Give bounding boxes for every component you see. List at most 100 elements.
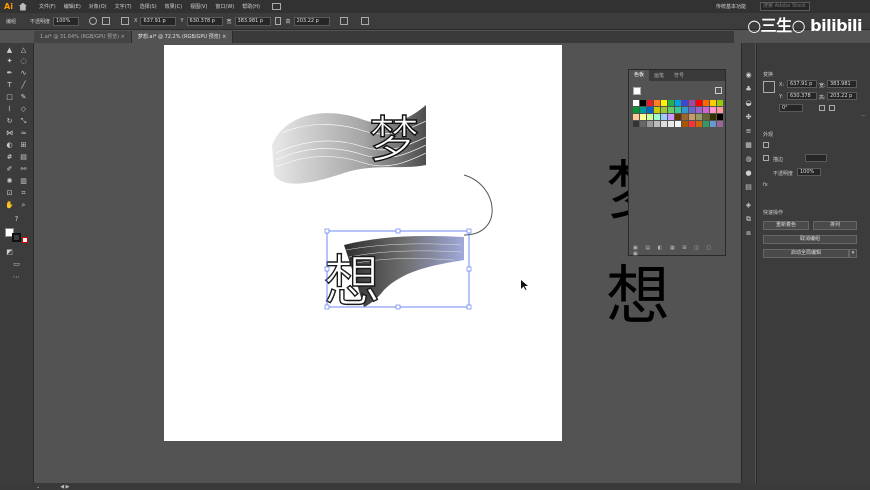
char-dream-bottom[interactable]: 想 <box>323 249 380 315</box>
mesh-tool-icon[interactable]: # <box>5 153 14 162</box>
y-input[interactable]: 630.378 p <box>186 16 223 26</box>
color-swatch[interactable] <box>717 100 723 106</box>
color-swatch[interactable] <box>647 107 653 113</box>
color-swatch[interactable] <box>696 114 702 120</box>
color-swatch[interactable] <box>696 121 702 127</box>
color-swatch[interactable] <box>703 121 709 127</box>
properties-icon[interactable]: ◉ <box>744 71 753 80</box>
x-field[interactable]: 637.91 p <box>787 80 817 88</box>
opacity-label[interactable]: 不透明度 <box>30 18 50 25</box>
opacity-field[interactable]: 100% <box>797 168 821 176</box>
slice-tool-icon[interactable]: ⌗ <box>19 189 28 198</box>
tab-symbols[interactable]: 符号 <box>669 72 689 79</box>
recolor-icon[interactable] <box>89 17 98 25</box>
opacity-input[interactable]: 100% <box>53 16 80 26</box>
line-tool-icon[interactable]: ╱ <box>19 81 28 90</box>
color-swatch[interactable] <box>640 107 646 113</box>
color-swatch[interactable] <box>703 100 709 106</box>
eraser-icon[interactable]: ◇ <box>19 105 28 114</box>
color-swatch[interactable] <box>682 107 688 113</box>
color-swatch[interactable] <box>633 100 639 106</box>
color-swatch[interactable] <box>675 114 681 120</box>
menu-object[interactable]: 对象(O) <box>89 3 107 10</box>
color-swatch[interactable] <box>717 107 723 113</box>
zoom-level[interactable]: ⌄ <box>36 484 40 490</box>
pen-tool-icon[interactable]: ✒ <box>5 69 14 78</box>
color-swatch[interactable] <box>640 100 646 106</box>
recolor-button[interactable]: 重新着色 <box>763 221 809 230</box>
link-proportions-icon[interactable] <box>274 17 281 25</box>
reference-point-icon[interactable] <box>121 17 130 25</box>
rotate-tool-icon[interactable]: ↻ <box>5 117 14 126</box>
h-field[interactable]: 203.22 p <box>827 92 857 100</box>
color-swatch[interactable] <box>640 114 646 120</box>
w-field[interactable]: 383.981 <box>827 80 857 88</box>
color-swatch[interactable] <box>647 121 653 127</box>
color-swatch[interactable] <box>689 107 695 113</box>
color-swatch[interactable] <box>668 107 674 113</box>
zoom-tool-icon[interactable]: ⌕ <box>19 201 28 210</box>
stock-search-input[interactable]: 搜索 Adobe Stock <box>760 2 810 11</box>
menu-help[interactable]: 帮助(H) <box>242 3 260 10</box>
color-swatch[interactable] <box>661 121 667 127</box>
fx-label[interactable]: fx <box>763 182 768 188</box>
tab-brushes[interactable]: 画笔 <box>649 72 669 79</box>
menu-type[interactable]: 文字(T) <box>115 3 132 10</box>
color-swatch[interactable] <box>675 121 681 127</box>
menu-window[interactable]: 窗口(W) <box>215 3 234 10</box>
scale-tool-icon[interactable]: ⤡ <box>19 117 28 126</box>
color-swatch[interactable] <box>654 121 660 127</box>
color-swatch[interactable] <box>703 114 709 120</box>
symbol-sprayer-icon[interactable]: ✺ <box>5 177 14 186</box>
color-swatch[interactable] <box>654 114 660 120</box>
pencil-tool-icon[interactable]: ✎ <box>19 93 28 102</box>
color-swatch[interactable] <box>668 121 674 127</box>
layers-icon[interactable]: ◈ <box>744 201 753 210</box>
color-swatch[interactable] <box>654 100 660 106</box>
color-swatch[interactable] <box>710 121 716 127</box>
perspective-grid-icon[interactable]: ⊞ <box>19 141 28 150</box>
tab-swatches[interactable]: 色板 <box>629 70 650 81</box>
color-swatch[interactable] <box>710 100 716 106</box>
color-icon[interactable]: ◒ <box>744 99 753 108</box>
transform-icon[interactable] <box>339 17 348 25</box>
list-view-icon[interactable] <box>715 87 722 94</box>
gradient-tool-icon[interactable]: ▤ <box>19 153 28 162</box>
selection-tool-icon[interactable]: ▲ <box>5 46 14 55</box>
graph-tool-icon[interactable]: ▥ <box>19 177 28 186</box>
rectangle-tool-icon[interactable]: □ <box>5 93 14 102</box>
brushes-icon[interactable]: ✤ <box>744 113 753 122</box>
stroke-swatch-icon[interactable] <box>763 155 769 161</box>
home-icon[interactable] <box>18 2 27 11</box>
width-tool-icon[interactable]: ⋈ <box>5 129 14 138</box>
help-icon[interactable]: ? <box>12 215 21 224</box>
arrange-documents-icon[interactable] <box>271 3 281 10</box>
color-swatch[interactable] <box>703 107 709 113</box>
links-icon[interactable]: ⧈ <box>744 229 753 238</box>
color-swatch[interactable] <box>668 100 674 106</box>
screen-mode-icon[interactable]: ▭ <box>12 260 21 269</box>
color-swatch[interactable] <box>689 100 695 106</box>
type-tool-icon[interactable]: T <box>5 81 14 90</box>
flip-vertical-icon[interactable] <box>829 105 835 111</box>
fill-swatch-icon[interactable] <box>763 142 769 148</box>
more-options-icon[interactable]: ⋯ <box>861 113 866 119</box>
global-edit-button[interactable]: 启动全局编辑 <box>763 249 849 258</box>
color-swatch[interactable] <box>661 114 667 120</box>
drawing-mode-icon[interactable]: ◩ <box>5 248 14 257</box>
w-input[interactable]: 383.981 p <box>234 16 271 26</box>
magic-wand-icon[interactable]: ✦ <box>5 57 14 66</box>
y-field[interactable]: 630.378 <box>787 92 817 100</box>
side-char-bottom[interactable]: 想 <box>606 245 670 337</box>
direct-selection-tool-icon[interactable]: △ <box>19 46 28 55</box>
menu-file[interactable]: 文件(F) <box>39 3 56 10</box>
gradient-panel-icon[interactable]: ▤ <box>744 183 753 192</box>
artboard-tool-icon[interactable]: ⊡ <box>5 189 14 198</box>
blend-tool-icon[interactable]: ⚯ <box>19 165 28 174</box>
isolate-icon[interactable] <box>360 17 369 25</box>
color-swatch[interactable] <box>689 114 695 120</box>
artboards-icon[interactable]: ⧉ <box>744 215 753 224</box>
shape-builder-icon[interactable]: ◐ <box>5 141 14 150</box>
reference-point-grid-icon[interactable] <box>763 81 775 93</box>
color-swatch[interactable] <box>682 121 688 127</box>
